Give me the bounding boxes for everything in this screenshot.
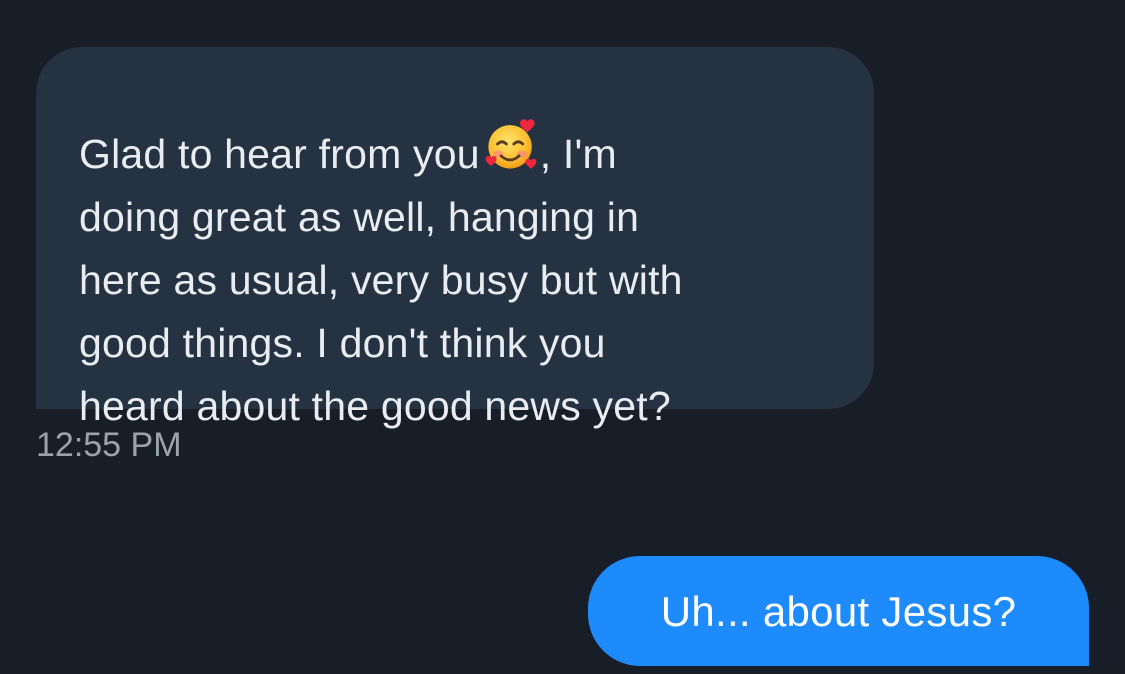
message-timestamp: 12:55 PM <box>36 426 182 464</box>
chat-thread: Glad to hear from you , I'm doing great … <box>0 0 1125 674</box>
outgoing-message-text: Uh... about Jesus? <box>660 588 1017 635</box>
smiling-face-with-hearts-icon <box>485 119 537 169</box>
outgoing-message-bubble[interactable]: Uh... about Jesus? <box>588 556 1089 666</box>
incoming-message-text-start: Glad to hear from you <box>79 131 480 177</box>
incoming-message-text: Glad to hear from you , I'm doing great … <box>79 116 834 438</box>
incoming-message-bubble[interactable]: Glad to hear from you , I'm doing great … <box>36 47 874 429</box>
